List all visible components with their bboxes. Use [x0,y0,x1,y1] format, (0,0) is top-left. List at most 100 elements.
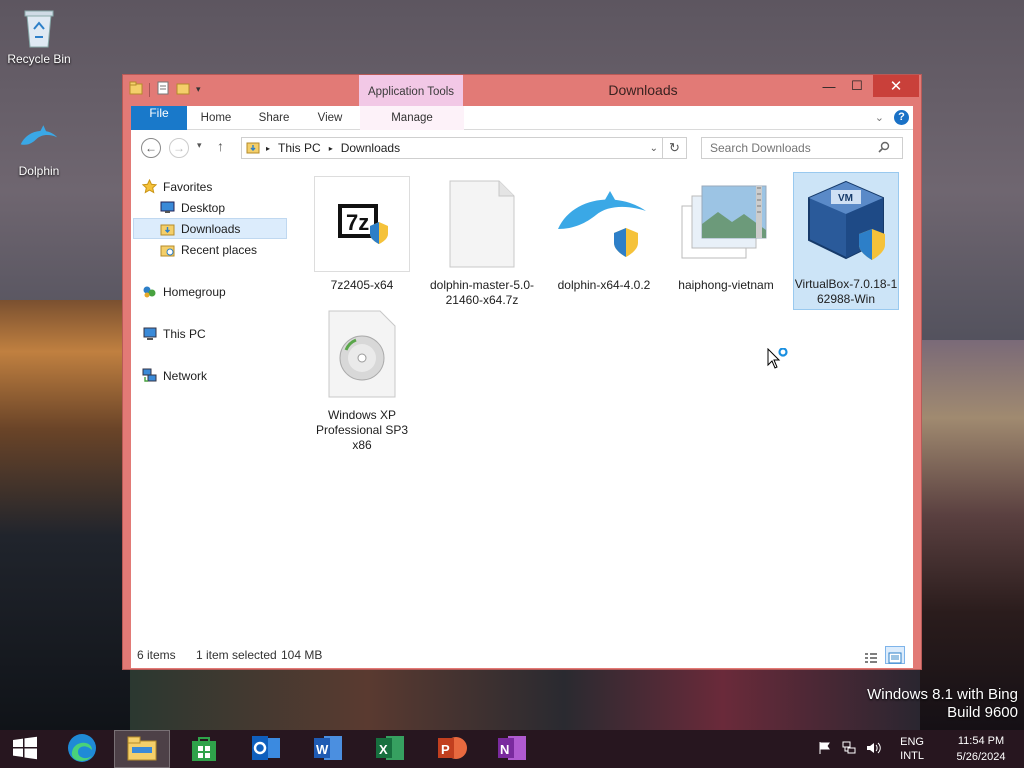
maximize-button[interactable]: ☐ [843,75,871,97]
taskbar-word[interactable]: W [300,730,356,768]
properties-icon[interactable] [156,81,170,98]
downloads-folder-icon [246,140,260,157]
search-input[interactable] [710,141,878,155]
virtualbox-installer-icon: VM [798,175,894,271]
file-name: 7z2405-x64 [330,278,394,292]
quick-access-toolbar: ▾ [129,81,201,98]
outlook-icon [250,734,282,765]
address-dropdown-icon[interactable]: ⌄ [650,143,658,154]
title-bar[interactable]: ▾ Application Tools Downloads — ☐ ✕ [123,75,921,106]
svg-text:P: P [441,742,450,757]
start-button[interactable] [0,730,50,768]
tab-share[interactable]: Share [251,106,297,130]
nav-desktop[interactable]: Desktop [159,197,287,218]
file-item[interactable]: Windows XP Professional SP3 x86 [309,304,415,453]
nav-this-pc[interactable]: This PC [141,323,297,344]
svg-text:N: N [500,742,509,757]
breadcrumb-separator-icon: ▸ [266,143,271,153]
folder-icon[interactable] [129,81,143,98]
back-button[interactable]: ← [141,138,161,158]
taskbar-onenote[interactable]: N [484,730,540,768]
watermark-line-2: Build 9600 [947,704,1018,721]
details-view-button[interactable] [861,646,881,664]
nav-downloads[interactable]: Downloads [133,218,287,239]
expand-ribbon-icon[interactable]: ⌄ [875,111,884,124]
taskbar-outlook[interactable] [238,730,294,768]
network-tray-icon[interactable] [842,741,856,758]
taskbar-powerpoint[interactable]: P [424,730,480,768]
up-button[interactable]: ↑ [217,138,224,154]
desktop-icon-dolphin[interactable]: Dolphin [1,120,77,178]
nav-network[interactable]: Network [141,365,297,386]
explorer-content: Favorites Desktop Downloads Recent place… [131,164,913,668]
breadcrumb-downloads[interactable]: Downloads [341,141,400,155]
action-center-flag-icon[interactable] [818,741,832,758]
nav-label: Homegroup [163,284,226,299]
selection-count: 1 item selected [196,648,277,662]
file-name: dolphin-master-5.0-21460-x64.7z [429,278,535,307]
view-toggle [861,646,905,664]
ribbon-tabs: File Home Share View Manage ⌄ ? [131,106,913,130]
file-explorer-icon [127,735,157,764]
watermark-line-1: Windows 8.1 with Bing [867,686,1018,703]
large-icons-view-icon [888,652,902,667]
tab-home[interactable]: Home [193,106,239,130]
address-bar[interactable]: ▸ This PC ▸ Downloads ⌄ [241,137,663,159]
svg-text:W: W [316,742,329,757]
file-item[interactable]: haiphong-vietnam [673,174,779,293]
minimize-icon: — [822,78,836,94]
desktop-icon-recycle-bin[interactable]: Recycle Bin [1,8,77,66]
volume-icon[interactable] [866,741,882,758]
tab-manage[interactable]: Manage [381,106,443,130]
tab-file[interactable]: File [131,106,187,130]
navigation-bar: ← → ▾ ↑ ▸ This PC ▸ Downloads ⌄ ↻ [131,130,913,164]
taskbar-store[interactable] [176,730,232,768]
minimize-button[interactable]: — [815,75,843,97]
details-view-icon [864,652,878,667]
nav-recent-places[interactable]: Recent places [159,239,287,260]
word-icon: W [312,734,344,765]
file-name: dolphin-x64-4.0.2 [557,278,651,292]
wallpaper-city-left [0,300,130,730]
network-icon [141,368,157,384]
chevron-down-icon[interactable]: ▾ [196,84,201,95]
explorer-window: ▾ Application Tools Downloads — ☐ ✕ File… [122,74,922,670]
selection-size: 104 MB [281,648,323,662]
refresh-button[interactable]: ↻ [663,137,687,159]
recent-places-icon [159,242,175,258]
large-icons-view-button[interactable] [885,646,905,664]
input-language-indicator[interactable]: ENG INTL [900,735,924,763]
forward-button[interactable]: → [169,138,189,158]
file-item[interactable]: 7z 7z2405-x64 [309,174,415,293]
clock[interactable]: 11:54 PM 5/26/2024 [944,733,1018,765]
nav-label: Network [163,368,208,383]
nav-label: Favorites [163,179,213,194]
recent-locations-button[interactable]: ▾ [197,140,202,151]
nav-homegroup[interactable]: Homegroup [141,281,297,302]
start-icon [12,736,38,763]
file-item[interactable]: dolphin-x64-4.0.2 [551,174,657,293]
computer-icon [141,326,157,342]
close-button[interactable]: ✕ [873,75,919,97]
nav-favorites[interactable]: Favorites [141,176,297,197]
search-icon[interactable] [878,141,890,156]
file-item[interactable]: dolphin-master-5.0-21460-x64.7z [429,174,535,308]
wallpaper-city-right [920,340,1024,730]
breadcrumb-this-pc[interactable]: This PC [278,141,321,155]
dolphin-icon [19,120,59,160]
new-folder-icon[interactable] [176,81,190,98]
taskbar-excel[interactable]: X [362,730,418,768]
file-item[interactable]: VM VirtualBox-7.0.18-162988-Win [793,172,899,310]
disc-image-icon [314,306,410,402]
taskbar-edge[interactable] [54,730,110,768]
help-icon[interactable]: ? [894,110,909,125]
chevron-down-icon: ▾ [197,140,202,150]
taskbar-file-explorer[interactable] [114,730,170,768]
recycle-bin-icon [19,8,59,48]
windows-watermark: Windows 8.1 with Bing Build 9600 [867,686,1018,722]
edge-icon [66,732,98,767]
blank-file-icon [434,176,530,272]
search-box[interactable] [701,137,903,159]
tab-view[interactable]: View [307,106,353,130]
file-name: VirtualBox-7.0.18-162988-Win [794,277,898,306]
